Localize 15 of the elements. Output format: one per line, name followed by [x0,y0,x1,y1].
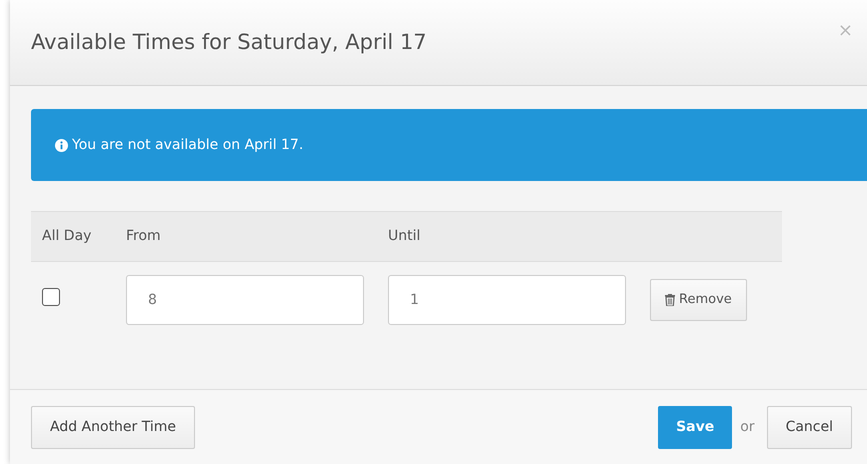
until-field[interactable]: 1 [388,275,626,325]
alert-message: You are not available on April 17. [72,136,304,154]
save-button[interactable]: Save [658,406,732,448]
info-icon [55,138,68,152]
cancel-button[interactable]: Cancel [766,406,852,448]
or-text: or [740,418,755,436]
trash-icon [665,294,675,306]
dialog-title: Available Times for Saturday, April 17 [31,30,427,56]
column-header: From [126,228,161,244]
all-day-checkbox[interactable] [42,288,60,306]
remove-button[interactable]: Remove [650,279,747,321]
from-field[interactable]: 8 [126,275,364,325]
column-header: Until [388,228,420,244]
add-time-button[interactable]: Add Another Time [31,406,196,448]
column-header: All Day [42,228,92,244]
